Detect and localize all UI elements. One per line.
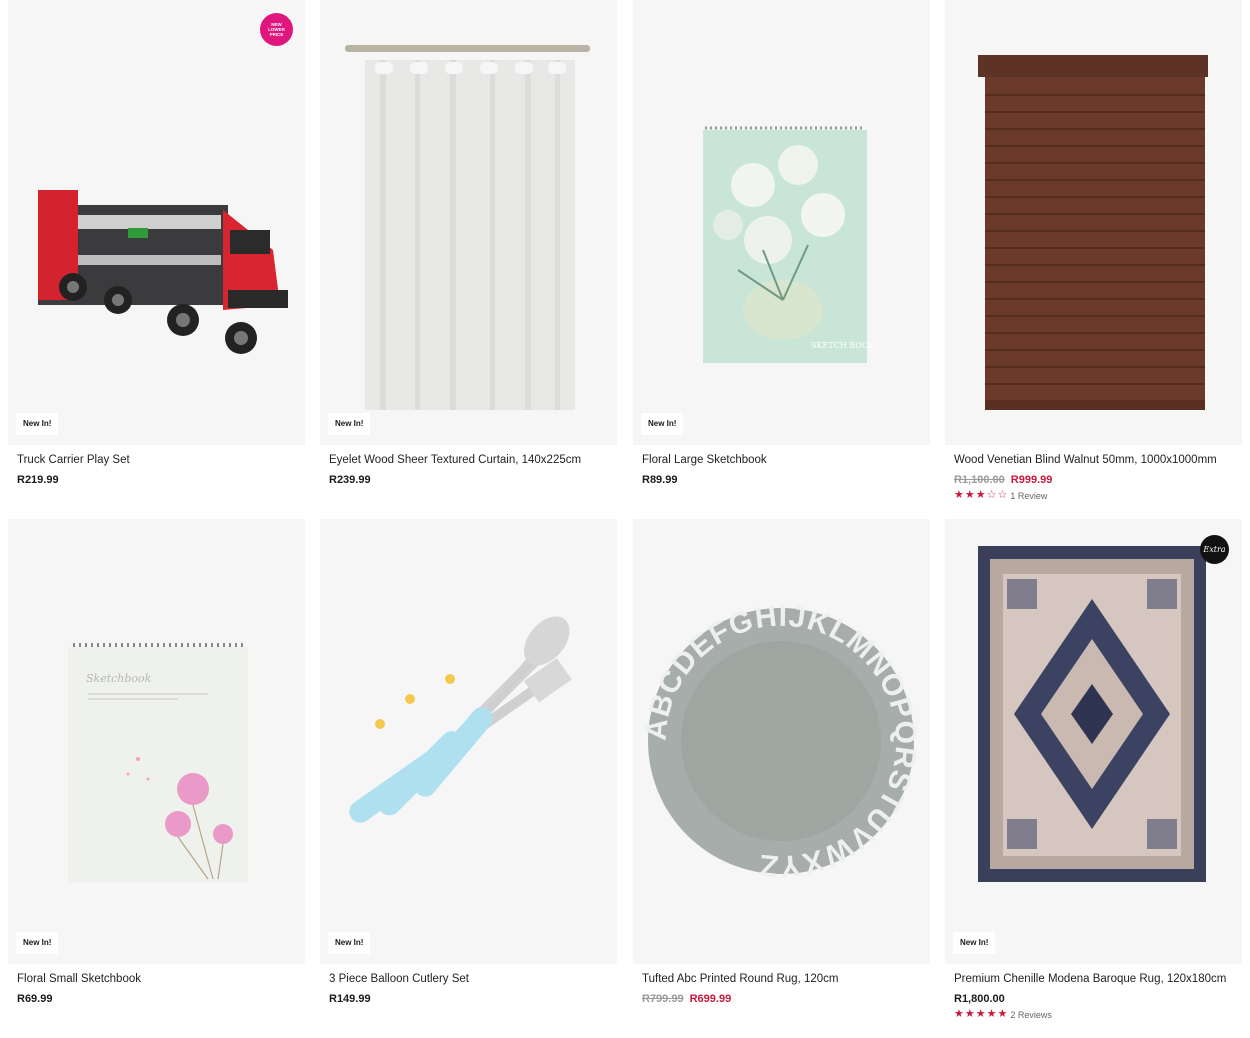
review-count[interactable]: 1 Review xyxy=(1010,491,1047,501)
price-row: R89.99 xyxy=(642,474,677,486)
curtain-image xyxy=(345,45,590,410)
price-row: R799.99 R699.99 xyxy=(642,993,731,1005)
price-row: R149.99 xyxy=(329,993,371,1005)
star-empty-icon: ☆ xyxy=(986,489,997,501)
price-row: R219.99 xyxy=(17,474,59,486)
promo-badge: NEW LOWER PRICE xyxy=(260,13,293,46)
product-image[interactable]: Sketchbook New In! xyxy=(8,519,305,964)
star-filled-icon: ★ xyxy=(964,1008,975,1020)
star-filled-icon: ★ xyxy=(954,1008,964,1020)
rating[interactable]: ★ ★ ★ ☆ ☆ 1 Review xyxy=(954,490,1047,501)
sale-price: R699.99 xyxy=(689,993,732,1005)
product-price: R69.99 xyxy=(17,993,53,1005)
image-text: Sketchbook xyxy=(86,672,152,685)
product-card[interactable]: New In! 3 Piece Balloon Cutlery Set R149… xyxy=(320,519,617,1005)
rating[interactable]: ★ ★ ★ ★ ★ 2 Reviews xyxy=(954,1009,1052,1020)
product-image[interactable]: ABCDEFGHIJKLMNOPQRSTUVWXYZ xyxy=(633,519,930,964)
product-card[interactable]: ABCDEFGHIJKLMNOPQRSTUVWXYZ Tufted Abc Pr… xyxy=(633,519,930,1005)
old-price: R799.99 xyxy=(642,993,684,1005)
new-in-badge: New In! xyxy=(328,413,371,435)
price-row: R69.99 xyxy=(17,993,52,1005)
sale-price: R999.99 xyxy=(1010,474,1053,486)
new-in-badge: New In! xyxy=(16,413,59,435)
price-row: R1,100.00 R999.99 xyxy=(954,474,1052,486)
product-card[interactable]: Wood Venetian Blind Walnut 50mm, 1000x10… xyxy=(945,0,1242,501)
star-filled-icon: ★ xyxy=(986,1008,997,1020)
promo-badge: Extra xyxy=(1200,535,1229,564)
new-in-badge: New In! xyxy=(953,932,996,954)
product-image[interactable]: New In! xyxy=(320,0,617,445)
product-title[interactable]: Floral Large Sketchbook xyxy=(642,454,767,466)
product-title[interactable]: Truck Carrier Play Set xyxy=(17,454,130,466)
product-title[interactable]: Tufted Abc Printed Round Rug, 120cm xyxy=(642,973,838,985)
product-card[interactable]: SKETCH BOOK New In! Floral Large Sketchb… xyxy=(633,0,930,486)
product-title[interactable]: Eyelet Wood Sheer Textured Curtain, 140x… xyxy=(329,454,581,466)
product-price: R239.99 xyxy=(329,474,371,486)
star-filled-icon: ★ xyxy=(954,489,964,501)
product-image[interactable]: Extra New In! xyxy=(945,519,1242,964)
new-in-badge: New In! xyxy=(16,932,59,954)
product-image[interactable]: NEW LOWER PRICE New In! xyxy=(8,0,305,445)
product-title[interactable]: Floral Small Sketchbook xyxy=(17,973,141,985)
star-filled-icon: ★ xyxy=(975,489,986,501)
new-in-badge: New In! xyxy=(328,932,371,954)
product-image[interactable] xyxy=(945,0,1242,445)
star-filled-icon: ★ xyxy=(997,1008,1008,1020)
baroque-rug-image xyxy=(978,546,1206,882)
product-card[interactable]: Extra New In! Premium Chenille Modena Ba… xyxy=(945,519,1242,1020)
cutlery-image xyxy=(349,616,572,823)
star-empty-icon: ☆ xyxy=(997,489,1008,501)
product-price: R1,800.00 xyxy=(954,993,1005,1005)
product-card[interactable]: NEW LOWER PRICE New In! Truck Carrier Pl… xyxy=(8,0,305,486)
product-price: R149.99 xyxy=(329,993,371,1005)
round-rug-image: ABCDEFGHIJKLMNOPQRSTUVWXYZ xyxy=(640,600,922,883)
new-in-badge: New In! xyxy=(641,413,684,435)
price-row: R1,800.00 xyxy=(954,993,1005,1005)
review-count[interactable]: 2 Reviews xyxy=(1010,1010,1052,1020)
star-filled-icon: ★ xyxy=(964,489,975,501)
product-title[interactable]: Premium Chenille Modena Baroque Rug, 120… xyxy=(954,973,1226,985)
product-price: R89.99 xyxy=(642,474,678,486)
blind-image xyxy=(978,55,1208,410)
product-image[interactable]: New In! xyxy=(320,519,617,964)
old-price: R1,100.00 xyxy=(954,474,1005,486)
product-price: R219.99 xyxy=(17,474,59,486)
truck-image xyxy=(38,190,288,354)
star-filled-icon: ★ xyxy=(975,1008,986,1020)
product-title[interactable]: 3 Piece Balloon Cutlery Set xyxy=(329,973,469,985)
price-row: R239.99 xyxy=(329,474,371,486)
product-title[interactable]: Wood Venetian Blind Walnut 50mm, 1000x10… xyxy=(954,454,1217,466)
image-text: SKETCH BOOK xyxy=(811,341,875,350)
product-image[interactable]: SKETCH BOOK New In! xyxy=(633,0,930,445)
sketchbook-image xyxy=(703,126,867,363)
product-card[interactable]: New In! Eyelet Wood Sheer Textured Curta… xyxy=(320,0,617,486)
product-card[interactable]: Sketchbook New In! Floral Small Sketchbo… xyxy=(8,519,305,1005)
small-sketchbook-image xyxy=(68,643,248,882)
